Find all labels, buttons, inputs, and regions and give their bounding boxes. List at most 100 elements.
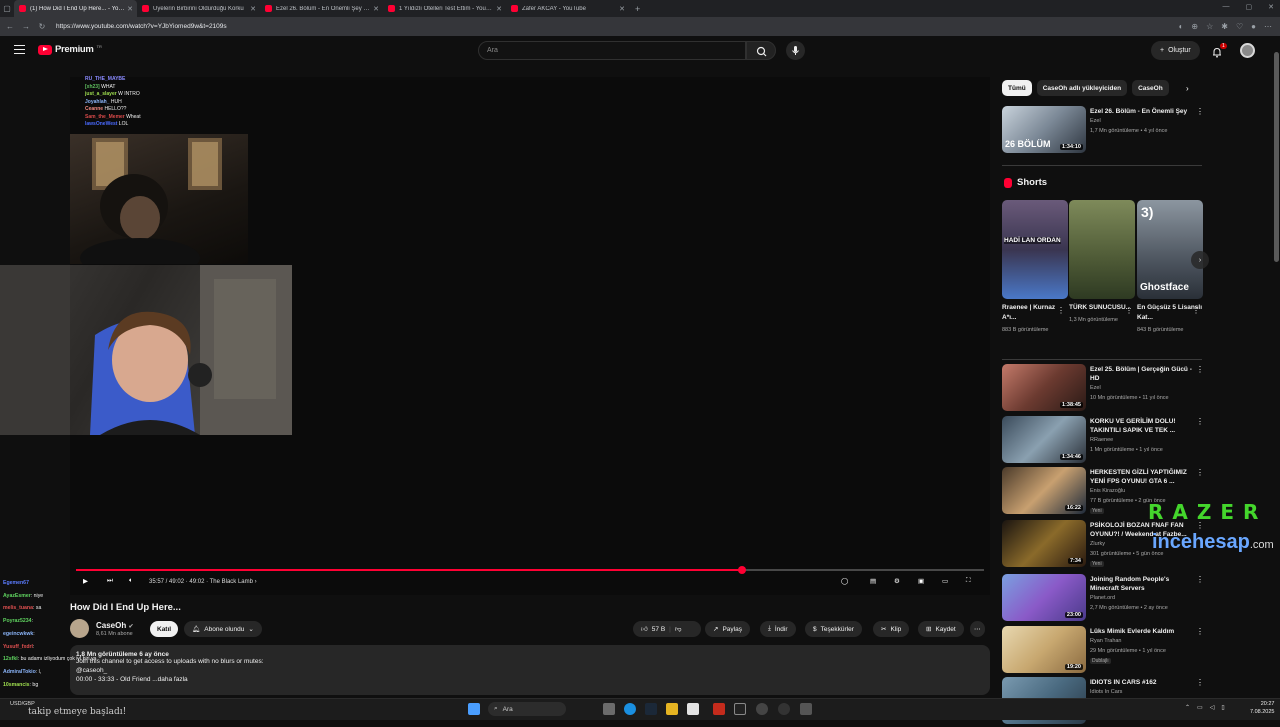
profile-icon[interactable]: ● bbox=[1251, 22, 1256, 31]
like-icon[interactable]: 👍︎ bbox=[641, 625, 648, 633]
membership-link[interactable]: @caseoh_ bbox=[76, 667, 107, 674]
related-video[interactable]: 1:38:45 Ezel 25. Bölüm | Gerçeğin Gücü - … bbox=[1002, 364, 1204, 414]
more-vert-icon[interactable]: ⋮ bbox=[1196, 575, 1204, 584]
channel-name[interactable]: Ryan Trahan bbox=[1090, 638, 1122, 644]
close-tab-icon[interactable]: ✕ bbox=[127, 5, 133, 13]
more-vert-icon[interactable]: ⋮ bbox=[1196, 468, 1204, 477]
close-tab-icon[interactable]: ✕ bbox=[250, 5, 256, 13]
search-button[interactable] bbox=[746, 41, 776, 60]
video-title[interactable]: Lüks Mimik Evlerde Kaldım bbox=[1090, 627, 1194, 636]
related-video[interactable]: 19:20 Lüks Mimik Evlerde Kaldım Ryan Traha… bbox=[1002, 626, 1204, 676]
share-button[interactable]: ↗ Paylaş bbox=[705, 621, 750, 637]
play-icon[interactable]: ▶ bbox=[83, 577, 88, 585]
new-tab-button[interactable]: + bbox=[635, 4, 640, 14]
browser-tab-3[interactable]: 1 Yıldızlı Otelleri Test Ettim - YouTube… bbox=[383, 0, 506, 17]
back-icon[interactable]: ← bbox=[4, 22, 16, 31]
browser-tab-1[interactable]: Üyelerin Birbirini Öldürdüğü Korku ✕ bbox=[137, 0, 260, 17]
description-box[interactable]: 1,8 Mn görüntüleme 6 ay önce Join this c… bbox=[70, 645, 990, 695]
channel-name[interactable]: Idiots In Cars bbox=[1090, 689, 1122, 695]
more-vert-icon[interactable]: ⋮ bbox=[1125, 306, 1133, 315]
channel-name[interactable]: Enis Kirazoğlu bbox=[1090, 488, 1125, 494]
more-vert-icon[interactable]: ⋮ bbox=[1196, 107, 1204, 116]
channel-name[interactable]: CaseOh ✔ bbox=[96, 621, 134, 630]
video-thumbnail[interactable]: 19:20 bbox=[1002, 626, 1086, 673]
chapter-title[interactable]: 49:02 · The Black Lamb bbox=[189, 579, 253, 585]
video-thumbnail[interactable]: 1:34:46 bbox=[1002, 416, 1086, 463]
video-thumbnail[interactable]: 7:34 bbox=[1002, 520, 1086, 567]
windows-start-icon[interactable] bbox=[468, 703, 480, 715]
video-thumbnail[interactable]: 16:22 bbox=[1002, 467, 1086, 514]
network-icon[interactable]: ▭ bbox=[1197, 704, 1203, 711]
like-count[interactable]: 57 B bbox=[652, 626, 665, 633]
app-icon[interactable] bbox=[687, 703, 699, 715]
more-vert-icon[interactable]: ⋮ bbox=[1196, 678, 1204, 687]
channel-name[interactable]: Ezel bbox=[1090, 118, 1101, 124]
bookmark-star-icon[interactable]: ☆ bbox=[1206, 22, 1213, 31]
app-icon[interactable] bbox=[778, 703, 790, 715]
app-icon[interactable] bbox=[734, 703, 746, 715]
theater-mode-icon[interactable]: ▭ bbox=[942, 577, 948, 585]
volume-icon[interactable]: 🔈︎ bbox=[129, 577, 133, 585]
chevron-up-icon[interactable]: ⌃ bbox=[1185, 704, 1190, 711]
browser-tab-2[interactable]: Ezel 26. Bölüm - En Önemli Şey - YouTube… bbox=[260, 0, 383, 17]
video-title[interactable]: Ezel 26. Bölüm - En Önemli Şey bbox=[1090, 107, 1194, 116]
channel-name[interactable]: RRaenee bbox=[1090, 437, 1113, 443]
chip-all[interactable]: Tümü bbox=[1002, 80, 1032, 96]
favorites-icon[interactable]: ♡ bbox=[1236, 22, 1243, 31]
voice-search-button[interactable] bbox=[786, 41, 805, 60]
miniplayer-icon[interactable]: ▣ bbox=[918, 577, 924, 585]
reload-icon[interactable]: ↻ bbox=[36, 22, 48, 31]
settings-gear-icon[interactable]: ⚙ bbox=[894, 577, 900, 585]
fullscreen-icon[interactable]: ⛶ bbox=[966, 577, 971, 585]
show-more-link[interactable]: ...daha fazla bbox=[152, 676, 187, 683]
url-field[interactable]: https://www.youtube.com/watch?v=YJbYiome… bbox=[56, 23, 1179, 30]
related-video[interactable]: 23:00 Joining Random People's Minecraft S… bbox=[1002, 574, 1204, 624]
video-title[interactable]: IDIOTS IN CARS #162 bbox=[1090, 678, 1194, 687]
join-button[interactable]: Katıl bbox=[150, 621, 179, 637]
more-vert-icon[interactable]: ⋮ bbox=[1196, 365, 1204, 374]
subtitles-icon[interactable]: ▤ bbox=[870, 577, 876, 585]
close-window-icon[interactable]: ✕ bbox=[1268, 3, 1274, 11]
create-button[interactable]: + Oluştur bbox=[1151, 41, 1200, 60]
taskbar-search[interactable]: ⌕ Ara bbox=[488, 702, 566, 716]
extensions-icon[interactable]: ✱ bbox=[1221, 22, 1228, 31]
close-tab-icon[interactable]: ✕ bbox=[496, 5, 502, 13]
short-thumbnail[interactable] bbox=[1069, 200, 1135, 299]
channel-name[interactable]: Zlurky bbox=[1090, 541, 1105, 547]
browser-menu-icon[interactable]: ▢ bbox=[0, 4, 14, 13]
translate-icon[interactable]: ◐ bbox=[1179, 22, 1184, 31]
youtube-premium-logo[interactable]: Premium TR bbox=[38, 44, 102, 55]
thanks-button[interactable]: $ Teşekkürler bbox=[805, 621, 862, 637]
save-button[interactable]: ⊞ Kaydet bbox=[918, 621, 964, 637]
close-tab-icon[interactable]: ✕ bbox=[373, 5, 379, 13]
related-video[interactable]: 26 BÖLÜM 1:34:10 Ezel 26. Bölüm - En Öne… bbox=[1002, 106, 1204, 156]
obs-icon[interactable] bbox=[756, 703, 768, 715]
video-title[interactable]: KORKU VE GERİLİM DOLU! TAKINTILI SAPIK V… bbox=[1090, 417, 1194, 435]
channel-name[interactable]: Ezel bbox=[1090, 385, 1101, 391]
search-input[interactable]: Ara bbox=[478, 41, 746, 60]
speaker-icon[interactable]: ◁ bbox=[1210, 704, 1215, 711]
dislike-icon[interactable]: 👎︎ bbox=[675, 625, 682, 633]
zoom-icon[interactable]: ⊕ bbox=[1191, 22, 1198, 31]
app-icon[interactable] bbox=[713, 703, 725, 715]
more-vert-icon[interactable]: ⋮ bbox=[1192, 306, 1200, 315]
account-avatar[interactable] bbox=[1240, 43, 1255, 58]
close-tab-icon[interactable]: ✕ bbox=[619, 5, 625, 13]
video-title[interactable]: Joining Random People's Minecraft Server… bbox=[1090, 575, 1194, 593]
channel-avatar[interactable] bbox=[70, 619, 89, 638]
browser-tab-4[interactable]: Zafer AKCAY - YouTube ✕ bbox=[506, 0, 629, 17]
subscribed-button[interactable]: 🔔︎ Abone olundu ⌄ bbox=[184, 621, 262, 637]
minimize-icon[interactable]: — bbox=[1223, 3, 1230, 11]
more-vert-icon[interactable]: ⋮ bbox=[1057, 306, 1065, 315]
taskbar-clock[interactable]: 20:27 7.08.2025 bbox=[1250, 700, 1274, 716]
channel-name[interactable]: Planet.ord bbox=[1090, 595, 1115, 601]
forward-icon[interactable]: → bbox=[20, 22, 32, 31]
scrollbar-thumb[interactable] bbox=[1274, 52, 1279, 262]
short-thumbnail[interactable]: 3) Ghostface bbox=[1137, 200, 1203, 299]
video-thumbnail[interactable]: 1:38:45 bbox=[1002, 364, 1086, 411]
settings-icon[interactable] bbox=[800, 703, 812, 715]
battery-icon[interactable]: ▯ bbox=[1221, 704, 1224, 711]
download-button[interactable]: ⤓ İndir bbox=[760, 621, 796, 637]
video-title[interactable]: HERKESTEN GİZLİ YAPTIĞIMIZ YENİ FPS OYUN… bbox=[1090, 468, 1194, 486]
video-title[interactable]: Ezel 25. Bölüm | Gerçeğin Gücü - HD bbox=[1090, 365, 1194, 383]
